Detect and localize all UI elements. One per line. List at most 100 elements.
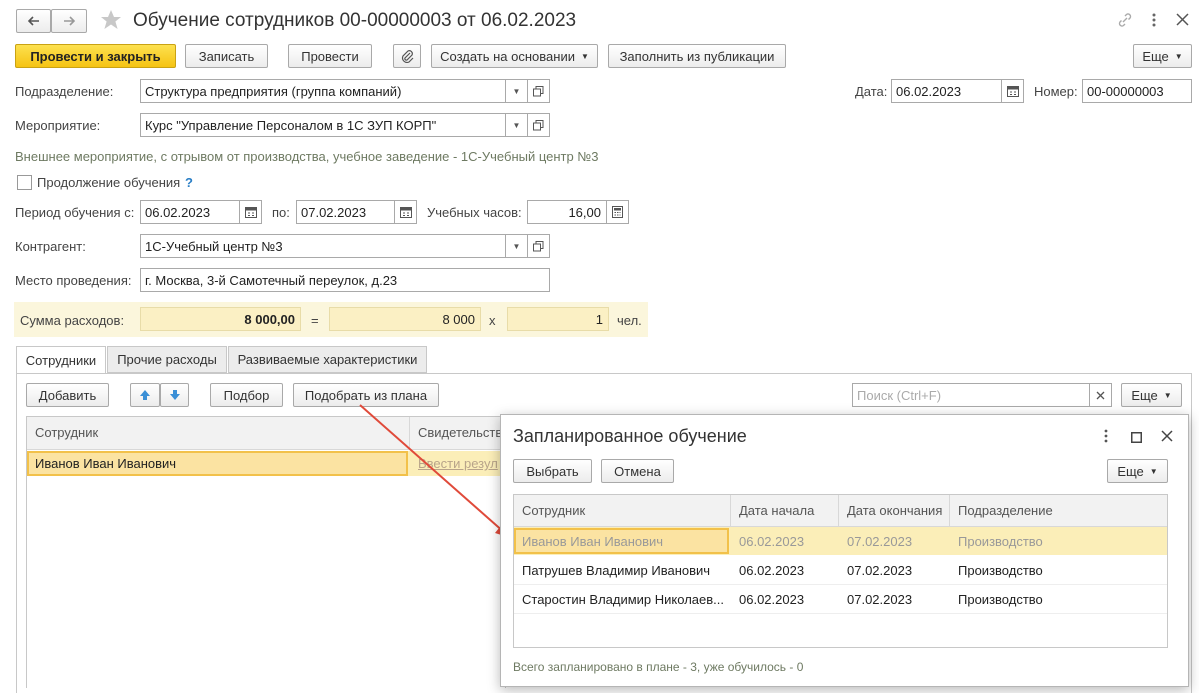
event-note: Внешнее мероприятие, с отрывом от произв… (15, 149, 599, 164)
select-button[interactable]: Выбрать (513, 459, 592, 483)
people-count-field[interactable]: 1 (507, 307, 609, 331)
chevron-down-icon: ▼ (512, 120, 521, 130)
calculator-icon (612, 206, 623, 218)
column-end-date[interactable]: Дата окончания (847, 503, 942, 518)
chevron-down-icon: ▼ (1163, 390, 1172, 400)
post-button[interactable]: Провести (288, 44, 372, 68)
more-button[interactable]: Еще ▼ (1133, 44, 1192, 68)
row-employee-name: Старостин Владимир Николаев... (522, 592, 724, 607)
attach-button[interactable] (393, 44, 421, 68)
column-employee[interactable]: Сотрудник (522, 503, 585, 518)
hours-label: Учебных часов: (427, 205, 522, 220)
search-input[interactable]: Поиск (Ctrl+F) (852, 383, 1090, 407)
dialog-title: Запланированное обучение (513, 426, 747, 446)
continuation-label[interactable]: Продолжение обучения (37, 175, 180, 190)
favorite-star-icon[interactable] (100, 9, 122, 34)
move-up-button[interactable] (130, 383, 160, 407)
subdivision-field[interactable]: Структура предприятия (группа компаний) (140, 79, 506, 103)
event-field[interactable]: Курс "Управление Персоналом в 1С ЗУП КОР… (140, 113, 506, 137)
column-subdivision[interactable]: Подразделение (958, 503, 1053, 518)
row-end-date: 07.02.2023 (847, 534, 913, 549)
people-unit-label: чел. (617, 313, 642, 328)
contractor-field[interactable]: 1С-Учебный центр №3 (140, 234, 506, 258)
event-dropdown[interactable]: ▼ (506, 113, 528, 137)
subdivision-open-button[interactable] (528, 79, 550, 103)
pick-button[interactable]: Подбор (210, 383, 283, 407)
arrow-down-icon (169, 390, 180, 400)
add-button[interactable]: Добавить (26, 383, 109, 407)
paperclip-icon (401, 50, 414, 63)
date-label: Дата: (855, 84, 888, 99)
cost-total-field: 8 000,00 (140, 307, 301, 331)
row-start-date: 06.02.2023 (739, 563, 805, 578)
move-down-button[interactable] (160, 383, 189, 407)
tab-other-expenses[interactable]: Прочие расходы (107, 346, 227, 373)
help-icon[interactable]: ? (185, 175, 193, 190)
dialog-more-label: Еще (1117, 463, 1144, 479)
date-calendar-button[interactable] (1002, 79, 1024, 103)
contractor-open-button[interactable] (528, 234, 550, 258)
tab-employees[interactable]: Сотрудники (16, 346, 106, 374)
create-based-on-button[interactable]: Создать на основании ▼ (431, 44, 598, 68)
chevron-down-icon: ▼ (512, 86, 521, 96)
contractor-dropdown[interactable]: ▼ (506, 234, 528, 258)
post-and-close-button[interactable]: Провести и закрыть (15, 44, 176, 68)
maximize-icon[interactable] (1131, 431, 1142, 446)
multiply-sign: x (489, 313, 496, 328)
search-placeholder: Поиск (Ctrl+F) (857, 387, 942, 403)
link-icon[interactable] (1117, 12, 1133, 31)
hours-field[interactable]: 16,00 (527, 200, 607, 224)
period-from-calendar-button[interactable] (240, 200, 262, 224)
event-label: Мероприятие: (15, 118, 101, 133)
continuation-checkbox[interactable] (17, 175, 32, 190)
number-field[interactable]: 00-00000003 (1082, 79, 1192, 103)
fill-from-publication-button[interactable]: Заполнить из публикации (608, 44, 786, 68)
row-end-date: 07.02.2023 (847, 592, 913, 607)
chevron-down-icon: ▼ (512, 241, 521, 251)
dialog-close-icon[interactable] (1161, 430, 1173, 445)
back-button[interactable] (16, 9, 51, 33)
window-menu-icon[interactable] (1152, 12, 1156, 28)
row-employee-name: Патрушев Владимир Иванович (522, 563, 711, 578)
annotation-arrow (359, 404, 511, 538)
save-button[interactable]: Записать (185, 44, 268, 68)
panel-more-button[interactable]: Еще ▼ (1121, 383, 1182, 407)
close-icon (1096, 391, 1105, 399)
period-to-field[interactable]: 07.02.2023 (296, 200, 395, 224)
window-title: Обучение сотрудников 00-00000003 от 06.0… (133, 10, 577, 31)
number-label: Номер: (1034, 84, 1078, 99)
row-subdivision: Производство (958, 563, 1043, 578)
period-label: Период обучения с: (15, 205, 135, 220)
calendar-icon (399, 207, 412, 218)
tab-characteristics[interactable]: Развиваемые характеристики (228, 346, 427, 373)
subdivision-label: Подразделение: (15, 84, 114, 99)
calendar-icon (244, 207, 257, 218)
close-icon[interactable] (1176, 13, 1189, 29)
calendar-icon (1006, 86, 1019, 97)
cost-label: Сумма расходов: (20, 313, 125, 328)
row-subdivision: Производство (958, 534, 1043, 549)
column-employee[interactable]: Сотрудник (35, 425, 98, 440)
search-clear-button[interactable] (1090, 383, 1112, 407)
dialog-more-button[interactable]: Еще ▼ (1107, 459, 1168, 483)
period-to-calendar-button[interactable] (395, 200, 417, 224)
arrow-up-icon (140, 390, 150, 400)
row-end-date: 07.02.2023 (847, 563, 913, 578)
cancel-button[interactable]: Отмена (601, 459, 674, 483)
place-field[interactable]: г. Москва, 3-й Самотечный переулок, д.23 (140, 268, 550, 292)
event-open-button[interactable] (528, 113, 550, 137)
hours-calculator-button[interactable] (607, 200, 629, 224)
row-employee-name: Иванов Иван Иванович (35, 456, 177, 471)
contractor-label: Контрагент: (15, 239, 86, 254)
chevron-down-icon: ▼ (1174, 51, 1183, 61)
cost-per-person-field[interactable]: 8 000 (329, 307, 481, 331)
column-divider (730, 495, 731, 526)
date-field[interactable]: 06.02.2023 (891, 79, 1002, 103)
equals-sign: = (311, 313, 319, 328)
dialog-menu-icon[interactable] (1104, 429, 1108, 446)
period-from-field[interactable]: 06.02.2023 (140, 200, 240, 224)
forward-button[interactable] (51, 9, 87, 33)
subdivision-dropdown[interactable]: ▼ (506, 79, 528, 103)
column-divider (838, 495, 839, 526)
column-start-date[interactable]: Дата начала (739, 503, 814, 518)
